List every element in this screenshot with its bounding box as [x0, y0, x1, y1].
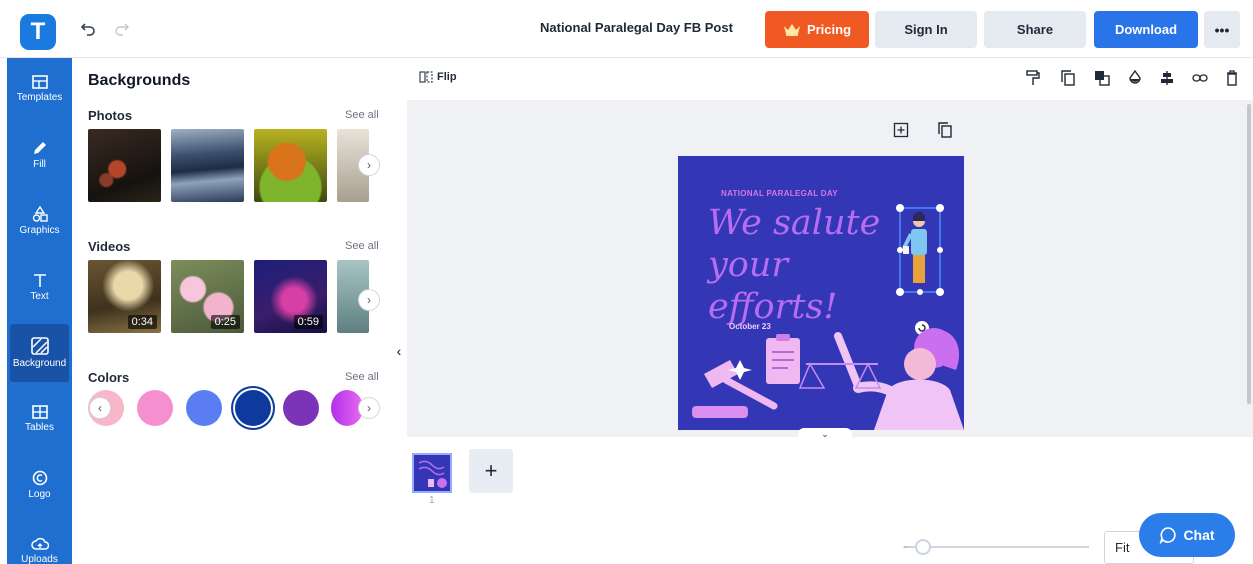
rail-item-text[interactable]: Text [7, 258, 72, 316]
table-icon [31, 405, 48, 419]
layer-icon[interactable] [1093, 69, 1111, 87]
rail-item-fill[interactable]: Fill [7, 126, 72, 184]
pencil-icon [33, 142, 46, 154]
color-swatch-purple[interactable] [283, 390, 319, 426]
collapse-panel-button[interactable]: ‹ [391, 325, 407, 377]
canvas-scrollbar[interactable] [1245, 100, 1253, 437]
video-thumb-3[interactable]: 0:59 [254, 260, 327, 333]
backgrounds-panel: Backgrounds Photos See all › Videos See … [72, 58, 392, 564]
photos-next-arrow[interactable]: › [358, 154, 380, 176]
videos-see-all-link[interactable]: See all [345, 240, 379, 252]
zoom-slider-handle[interactable] [915, 539, 931, 555]
add-page-button[interactable]: + [469, 449, 513, 493]
rail-label-graphics: Graphics [19, 225, 60, 236]
video-thumb-1[interactable]: 0:34 [88, 260, 161, 333]
chat-bubble-icon [1160, 527, 1177, 544]
chat-button[interactable]: Chat [1139, 513, 1235, 557]
design-headline[interactable]: We salute your efforts! [708, 202, 908, 328]
photos-title: Photos [88, 108, 133, 123]
rail-label-uploads: Uploads [21, 554, 58, 564]
videos-title: Videos [88, 239, 131, 254]
color-swatch-navy-selected[interactable] [235, 390, 271, 426]
trash-icon[interactable] [1223, 69, 1241, 87]
page-number: 1 [429, 495, 435, 506]
shapes-icon [32, 206, 48, 222]
video-duration: 0:25 [210, 315, 240, 329]
videos-next-arrow[interactable]: › [358, 289, 380, 311]
design-headline-line2: your efforts! [708, 245, 838, 327]
flip-icon [419, 71, 433, 83]
rail-label-tables: Tables [25, 422, 54, 433]
photo-thumb-mushrooms[interactable] [88, 129, 161, 202]
canvas-stage: NATIONAL PARALEGAL DAY We salute your ef… [407, 100, 1245, 437]
rail-label-templates: Templates [16, 92, 63, 103]
rail-item-tables[interactable]: Tables [7, 390, 72, 448]
opacity-drop-icon[interactable] [1126, 69, 1144, 87]
pages-strip: 1 + − Fit [407, 437, 1253, 564]
canvas-scrollbar-thumb[interactable] [1247, 104, 1251, 404]
rail-item-templates[interactable]: Templates [7, 60, 72, 118]
colors-next-arrow[interactable]: › [358, 397, 380, 419]
logo-icon [32, 470, 47, 486]
tool-rail: Templates Fill Graphics Text Background … [7, 58, 72, 564]
top-bar: T National Paralegal Day FB Post Pricing… [0, 0, 1253, 58]
text-icon [33, 274, 46, 287]
rail-label-background: Background [12, 358, 67, 369]
rail-item-uploads[interactable]: Uploads [7, 522, 72, 564]
redo-icon[interactable] [112, 18, 132, 38]
duplicate-icon[interactable] [1059, 69, 1077, 87]
background-icon [30, 337, 49, 355]
crown-icon [783, 24, 800, 36]
page-thumbnail[interactable] [412, 453, 452, 493]
video-duration: 0:59 [293, 315, 323, 329]
panel-title: Backgrounds [88, 72, 191, 89]
colors-see-all-link[interactable]: See all [345, 371, 379, 383]
undo-icon[interactable] [78, 18, 98, 38]
rail-item-logo[interactable]: Logo [7, 456, 72, 514]
upload-cloud-icon [30, 537, 49, 550]
rail-label-text: Text [30, 291, 49, 302]
photo-thumb-waves[interactable] [171, 129, 244, 202]
paint-roller-icon[interactable] [1024, 69, 1042, 87]
color-swatch-blue[interactable] [186, 390, 222, 426]
pricing-button[interactable]: Pricing [765, 11, 869, 48]
document-title[interactable]: National Paralegal Day FB Post [540, 20, 733, 35]
more-options-button[interactable]: ••• [1204, 11, 1240, 48]
color-swatch-pink[interactable] [137, 390, 173, 426]
app-logo[interactable]: T [20, 14, 56, 50]
templates-icon [31, 75, 48, 89]
rail-label-logo: Logo [28, 489, 51, 500]
align-icon[interactable] [1158, 69, 1176, 87]
photo-thumb-squirrel[interactable] [254, 129, 327, 202]
video-duration: 0:34 [127, 315, 157, 329]
chat-label: Chat [1183, 527, 1215, 543]
add-page-icon[interactable] [893, 122, 911, 140]
sign-in-button[interactable]: Sign In [875, 11, 977, 48]
colors-title: Colors [88, 370, 130, 385]
design-eyebrow-text[interactable]: NATIONAL PARALEGAL DAY [721, 189, 838, 198]
flip-label: Flip [437, 71, 457, 83]
justice-illustration[interactable] [678, 326, 964, 430]
share-button[interactable]: Share [984, 11, 1086, 48]
download-button[interactable]: Download [1094, 11, 1198, 48]
design-canvas[interactable]: NATIONAL PARALEGAL DAY We salute your ef… [678, 156, 964, 430]
paralegal-figure-illustration[interactable] [892, 202, 948, 302]
photos-see-all-link[interactable]: See all [345, 109, 379, 121]
flip-button[interactable]: Flip [419, 71, 457, 83]
editor-app: T National Paralegal Day FB Post Pricing… [0, 0, 1253, 564]
link-icon[interactable] [1191, 69, 1209, 87]
rail-label-fill: Fill [33, 159, 46, 170]
pricing-label: Pricing [806, 22, 852, 37]
canvas-toolbar: Flip [407, 58, 1253, 100]
design-headline-line1: We salute [708, 203, 881, 243]
rail-item-background[interactable]: Background [10, 324, 69, 382]
video-thumb-2[interactable]: 0:25 [171, 260, 244, 333]
duplicate-page-icon[interactable] [937, 122, 955, 140]
rail-item-graphics[interactable]: Graphics [7, 192, 72, 250]
colors-prev-arrow[interactable]: ‹ [89, 397, 111, 419]
zoom-slider-track[interactable] [907, 546, 1089, 548]
